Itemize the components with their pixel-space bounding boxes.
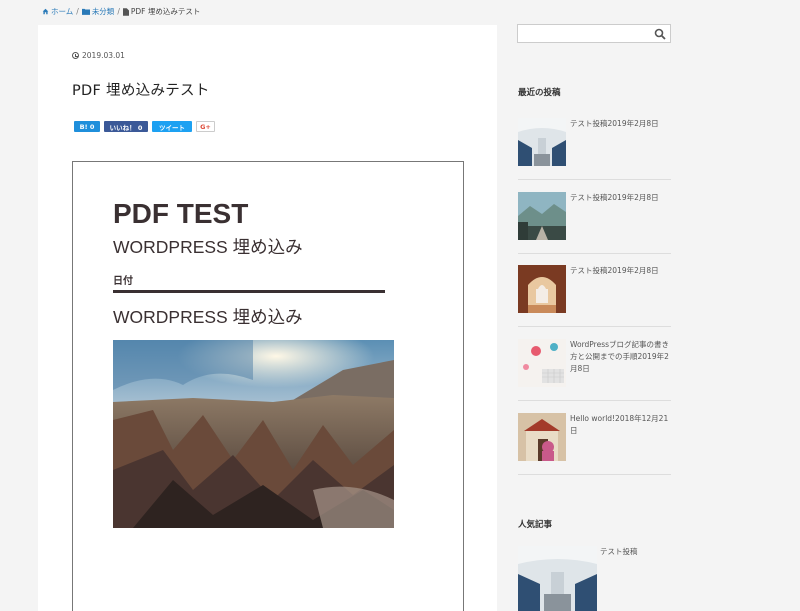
twitter-tweet-button[interactable]: ツイート [152,121,192,132]
post-date-text: 2019.03.01 [82,51,125,60]
pdf-subtitle: WORDPRESS 埋め込み [113,237,303,257]
clock-icon [72,52,79,59]
google-plus-button[interactable]: G+ [196,121,215,132]
post-title-link[interactable]: テスト投稿2019年2月8日 [570,118,671,130]
post-thumbnail[interactable] [518,546,597,611]
post-thumbnail[interactable] [518,339,566,387]
pdf-subtitle-2: WORDPRESS 埋め込み [113,307,303,327]
breadcrumb-category-link[interactable]: 未分類 [92,6,115,17]
search-icon[interactable] [654,28,666,40]
article-card: 2019.03.01 PDF 埋め込みテスト B! 0 いいね！ 0 ツイート … [38,25,497,611]
recent-post-item[interactable]: テスト投稿2019年2月8日 [518,265,671,327]
pdf-title: PDF TEST [113,198,249,229]
breadcrumb-separator: / [76,7,79,16]
breadcrumb-current: PDF 埋め込みテスト [122,6,201,17]
breadcrumb-separator: / [117,7,120,16]
share-buttons: B! 0 いいね！ 0 ツイート G+ [74,121,215,132]
post-thumbnail[interactable] [518,265,566,313]
post-date: 2019.03.01 [72,51,125,60]
post-title-link[interactable]: Hello world!2018年12月21日 [570,413,671,437]
post-thumbnail[interactable] [518,118,566,166]
breadcrumb: ホーム / 未分類 / PDF 埋め込みテスト [42,6,200,17]
pdf-embed-viewer[interactable]: PDF TEST WORDPRESS 埋め込み 日付 WORDPRESS 埋め込… [72,161,464,611]
breadcrumb-category[interactable]: 未分類 [81,6,115,17]
recent-post-item[interactable]: テスト投稿2019年2月8日 [518,118,671,180]
pdf-divider [113,290,385,293]
pdf-date-label: 日付 [113,276,133,287]
breadcrumb-current-label: PDF 埋め込みテスト [130,7,201,16]
search-input[interactable] [518,29,648,46]
recent-post-item[interactable]: WordPressブログ記事の書き方と公開までの手順2019年2月8日 [518,339,671,401]
breadcrumb-home[interactable]: ホーム [42,6,73,17]
post-title-link[interactable]: テスト投稿2019年2月8日 [570,265,671,277]
recent-post-item[interactable]: Hello world!2018年12月21日 [518,413,671,475]
recent-post-item[interactable]: テスト投稿2019年2月8日 [518,192,671,254]
home-icon [42,8,49,15]
recent-posts-heading: 最近の投稿 [518,88,561,98]
popular-post-title-link[interactable]: テスト投稿 [600,546,638,557]
search-box[interactable] [517,24,671,46]
post-title-link[interactable]: WordPressブログ記事の書き方と公開までの手順2019年2月8日 [570,339,671,375]
post-title: PDF 埋め込みテスト [72,83,210,99]
post-thumbnail[interactable] [518,192,566,240]
file-icon [122,7,129,16]
post-title-link[interactable]: テスト投稿2019年2月8日 [570,192,671,204]
canyon-photo [113,340,394,528]
post-thumbnail[interactable] [518,413,566,461]
breadcrumb-home-link[interactable]: ホーム [51,6,73,17]
folder-icon [81,8,90,15]
popular-posts-heading: 人気記事 [518,520,553,530]
facebook-like-button[interactable]: いいね！ 0 [104,121,148,132]
hatena-bookmark-button[interactable]: B! 0 [74,121,100,132]
